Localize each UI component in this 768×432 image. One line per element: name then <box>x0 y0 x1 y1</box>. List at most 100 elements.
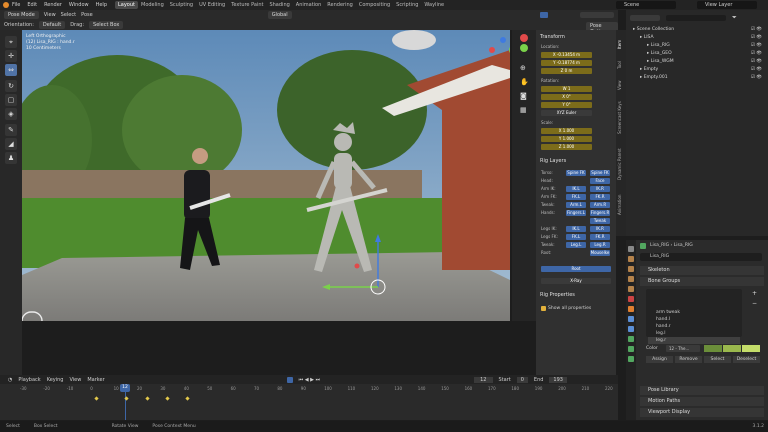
pan-hand-icon[interactable]: ✋ <box>520 78 529 86</box>
camera-icon[interactable]: ◙ <box>520 92 528 100</box>
3d-viewport[interactable]: Left Orthographic (12) Lisa_RIG : hand.r… <box>22 30 510 321</box>
menu-render[interactable]: Render <box>44 2 62 8</box>
tab-animation[interactable]: Animation <box>293 1 325 9</box>
armature-data-tab-icon[interactable] <box>628 336 634 342</box>
rig-properties-title[interactable]: Rig Properties <box>540 292 575 298</box>
rig-layer-toggle[interactable]: Fingers.L <box>566 210 586 216</box>
rig-layer-toggle[interactable]: Tweak <box>590 218 610 224</box>
tab-rendering[interactable]: Rendering <box>324 1 356 9</box>
rig-layer-toggle[interactable]: Fingers.R <box>590 210 610 216</box>
transform-title[interactable]: Transform <box>540 34 565 40</box>
scale-tool-icon[interactable]: ▢ <box>5 94 17 106</box>
view-layer-tab-icon[interactable] <box>628 276 634 282</box>
skeleton-section[interactable]: Skeleton <box>640 266 764 275</box>
menu-edit[interactable]: Edit <box>27 2 37 8</box>
rig-layer-toggle[interactable]: Face <box>590 178 610 184</box>
nav-x-icon[interactable] <box>520 34 528 42</box>
rotation-w-field[interactable]: W 1 <box>541 86 592 92</box>
location-z-field[interactable]: Z 0 m <box>541 68 592 74</box>
annotate-tool-icon[interactable]: ✎ <box>5 124 17 136</box>
mode-dropdown[interactable]: Pose Mode <box>4 11 39 19</box>
assign-button[interactable]: Assign <box>646 356 673 363</box>
auto-key-icon[interactable] <box>286 376 293 383</box>
rig-layer-toggle[interactable]: FK.L <box>566 194 586 200</box>
location-x-field[interactable]: X -0.13454 m <box>541 52 592 58</box>
tab-tool[interactable]: Tool <box>617 56 625 74</box>
start-frame-field[interactable]: 0 <box>516 376 528 383</box>
rotation-x-field[interactable]: X 0° <box>541 94 592 100</box>
rig-layer-toggle[interactable]: Mouselke <box>590 250 610 256</box>
visibility-toggle-icon[interactable]: ☑ 👁 <box>751 50 762 57</box>
constraint-tab-icon[interactable] <box>628 326 634 332</box>
tab-screencast-keys[interactable]: Screencast Keys <box>617 96 625 140</box>
root-button[interactable]: Root <box>541 266 611 272</box>
bone-group-item[interactable]: leg.l <box>648 330 740 337</box>
tab-dynamic-parent[interactable]: Dynamic Parent <box>617 142 625 186</box>
orientation-dropdown[interactable]: Default <box>38 21 66 29</box>
menu-help[interactable]: Help <box>96 2 107 8</box>
bone-group-item[interactable]: leg.r <box>648 337 740 344</box>
move-cursor-icon[interactable]: ✛ <box>5 50 17 62</box>
rig-layer-toggle[interactable]: IK.R <box>590 226 610 232</box>
current-frame-field[interactable]: 12 <box>474 376 493 383</box>
rotation-y-field[interactable]: Y 0° <box>541 102 592 108</box>
motion-paths-section[interactable]: Motion Paths <box>640 397 764 406</box>
scale-z-field[interactable]: Z 1.000 <box>541 144 592 150</box>
outliner-item[interactable]: ▸ Empty ☑ 👁 <box>626 66 768 73</box>
color-swatch-3[interactable] <box>742 345 760 352</box>
bone-group-item[interactable]: hand.l <box>648 316 740 323</box>
menu-keying[interactable]: Keying <box>47 377 64 383</box>
menu-select[interactable]: Select <box>61 12 76 18</box>
rig-layer-toggle[interactable]: FK.R <box>590 234 610 240</box>
pose-library-section[interactable]: Pose Library <box>640 386 764 395</box>
cursor-tool-icon[interactable]: ⌖ <box>5 36 17 48</box>
rig-layers-title[interactable]: Rig Layers <box>540 158 566 164</box>
scale-y-field[interactable]: Y 1.000 <box>541 136 592 142</box>
transform-orientation-dropdown[interactable]: Global <box>267 11 292 19</box>
visibility-toggle-icon[interactable]: ☑ 👁 <box>751 42 762 49</box>
tab-uv-editing[interactable]: UV Editing <box>196 1 228 9</box>
color-set-dropdown[interactable]: 12 - The... <box>666 345 700 352</box>
color-swatch-2[interactable] <box>723 345 741 352</box>
outliner-display-mode[interactable] <box>630 15 660 21</box>
scale-x-field[interactable]: X 1.000 <box>541 128 592 134</box>
modifier-tab-icon[interactable] <box>628 316 634 322</box>
menu-playback[interactable]: Playback <box>18 377 40 383</box>
viewport-display-section[interactable]: Viewport Display <box>640 408 764 417</box>
rotation-mode-dropdown[interactable]: XYZ Euler <box>541 110 592 116</box>
menu-marker[interactable]: Marker <box>87 377 104 383</box>
color-swatch-1[interactable] <box>704 345 722 352</box>
rig-layer-toggle[interactable]: IK.L <box>566 226 586 232</box>
timeline-editor-icon[interactable]: ◔ <box>8 377 12 383</box>
add-group-icon[interactable]: + <box>752 290 758 297</box>
outliner-item[interactable]: ▸ LISA ☑ 👁 <box>626 34 768 41</box>
location-y-field[interactable]: Y -0.18774 m <box>541 60 592 66</box>
bone-tab-icon[interactable] <box>628 346 634 352</box>
scene-selector[interactable]: Scene <box>616 1 676 9</box>
nav-gizmo-x[interactable] <box>489 47 495 53</box>
bone-group-item[interactable]: arm tweak <box>648 309 740 316</box>
output-tab-icon[interactable] <box>628 266 634 272</box>
rig-layer-toggle[interactable]: Leg.R <box>590 242 610 248</box>
tab-shading[interactable]: Shading <box>266 1 292 9</box>
visibility-toggle-icon[interactable]: ☑ 👁 <box>751 58 762 65</box>
rig-layer-toggle[interactable]: FK.L <box>566 234 586 240</box>
menu-view[interactable]: View <box>44 12 56 18</box>
view-layer-selector[interactable]: View Layer <box>697 1 757 9</box>
snap-icon[interactable] <box>540 12 548 18</box>
grid-icon[interactable]: ▦ <box>520 106 528 114</box>
bone-groups-list[interactable]: arm tweak hand.l hand.r leg.l leg.r <box>646 289 742 344</box>
tab-view[interactable]: View <box>617 76 625 94</box>
visibility-toggle-icon[interactable]: ☑ 👁 <box>751 34 762 41</box>
tab-texture-paint[interactable]: Texture Paint <box>228 1 266 9</box>
bone-group-item[interactable]: hand.r <box>648 323 740 330</box>
nav-y-icon[interactable] <box>520 44 528 52</box>
tool-tab-icon[interactable] <box>628 246 634 252</box>
object-tab-icon[interactable] <box>628 306 634 312</box>
menu-file[interactable]: File <box>12 2 20 8</box>
select-button[interactable]: Select <box>704 356 731 363</box>
armature-name-field[interactable]: Lisa_RIG <box>640 253 762 261</box>
move-tool-icon[interactable]: ⇔ <box>5 64 17 76</box>
outliner-item[interactable]: ▸ Empty.001 ☑ 👁 <box>626 74 768 81</box>
end-frame-field[interactable]: 193 <box>549 376 567 383</box>
